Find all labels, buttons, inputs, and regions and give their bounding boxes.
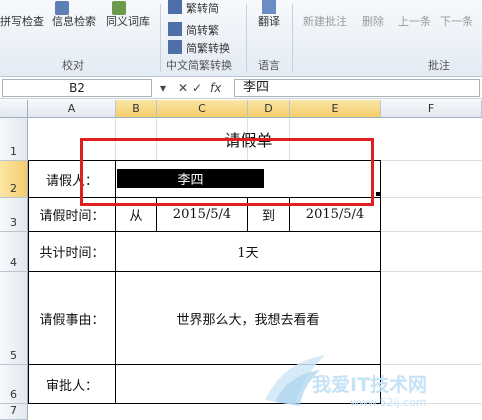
column-header-a[interactable]: A [28, 100, 116, 118]
name-box[interactable]: B2 [2, 79, 152, 97]
formula-input[interactable]: 李四 [234, 79, 480, 97]
simp-to-trad-icon [168, 22, 182, 36]
formula-bar: B2 ▾ ✕ ✓ fx 李四 [0, 77, 482, 99]
comments-group-label: 批注 [428, 59, 450, 72]
group-separator [246, 4, 247, 72]
row-header-6[interactable]: 6 [0, 365, 28, 404]
translate-icon [262, 0, 276, 14]
translate-button[interactable]: 翻译 [258, 13, 280, 29]
total-time-label-cell: 共计时间： [39, 246, 105, 261]
highlight-annotation-box [80, 138, 374, 206]
gridline [381, 231, 482, 232]
column-header-e[interactable]: E [290, 100, 381, 118]
simp-to-trad-button[interactable]: 简转繁 [186, 22, 219, 38]
language-group-label: 语言 [258, 59, 280, 72]
delete-comment-button[interactable]: 删除 [362, 13, 384, 29]
thesaurus-button[interactable]: 同义词库 [106, 13, 150, 29]
fill-handle[interactable] [376, 192, 380, 196]
row-header-5[interactable]: 5 [0, 272, 28, 365]
spell-check-button[interactable]: 拼写检查 [0, 13, 44, 29]
trad-to-simp-button[interactable]: 繁转简 [186, 0, 219, 16]
trad-to-simp-icon [168, 0, 182, 14]
approver-value-cell[interactable] [116, 365, 380, 403]
insert-function-icon[interactable]: fx [210, 79, 221, 97]
previous-comment-button[interactable]: 上一条 [398, 13, 431, 29]
gridline [381, 271, 482, 272]
chinese-group-label: 中文简繁转换 [166, 59, 232, 72]
table-border [28, 403, 381, 404]
formula-buttons: ▾ ✕ ✓ fx [160, 79, 232, 97]
simp-trad-convert-button[interactable]: 简繁转换 [186, 40, 230, 56]
row-header-7[interactable]: 7 [0, 404, 28, 420]
reason-label-cell: 请假事由： [39, 312, 105, 328]
proofing-group-label: 校对 [62, 59, 84, 72]
confirm-icon[interactable]: ✓ [192, 79, 202, 97]
group-separator [160, 4, 161, 72]
approver-label-cell: 审批人： [45, 378, 98, 394]
row-header-1[interactable]: 1 [0, 118, 28, 161]
convert-icon [168, 40, 182, 54]
row-header-3[interactable]: 3 [0, 198, 28, 232]
new-comment-button[interactable]: 新建批注 [303, 13, 347, 29]
select-all-corner[interactable] [0, 100, 28, 118]
ribbon: 拼写检查 信息检索 同义词库 校对 繁转简 简转繁 简繁转换 中文简繁转换 翻译… [0, 0, 482, 77]
table-border [380, 160, 381, 404]
row-header-4[interactable]: 4 [0, 232, 28, 272]
gridline [381, 364, 482, 365]
expand-icon[interactable]: ▾ [160, 79, 166, 97]
column-header-b[interactable]: B [116, 100, 157, 118]
total-time-value-cell[interactable]: 1天 [116, 232, 380, 271]
gridline [381, 403, 482, 404]
next-comment-button[interactable]: 下一条 [440, 13, 473, 29]
column-header-c[interactable]: C [157, 100, 248, 118]
column-header-f[interactable]: F [381, 100, 482, 118]
cancel-icon[interactable]: ✕ [178, 79, 188, 97]
research-button[interactable]: 信息检索 [52, 13, 96, 29]
group-separator [292, 4, 293, 72]
row-header-2[interactable]: 2 [0, 161, 28, 198]
reason-value-cell[interactable]: 世界那么大，我想去看看 [116, 272, 380, 364]
gridline [381, 160, 482, 161]
gridline [381, 197, 482, 198]
column-header-d[interactable]: D [248, 100, 290, 118]
